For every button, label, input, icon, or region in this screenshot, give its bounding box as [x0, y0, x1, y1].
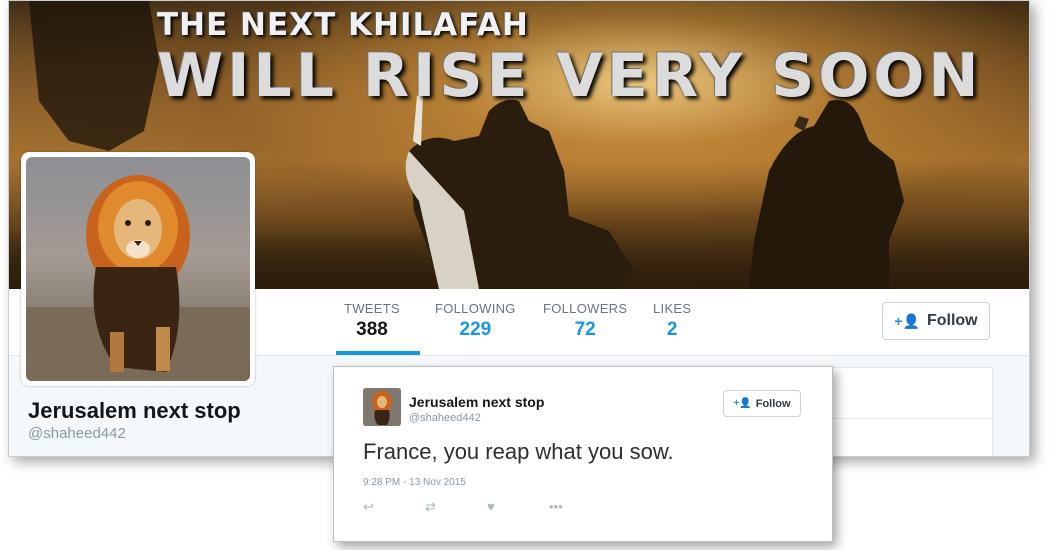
banner-headline-small: THE NEXT KHILAFAH: [157, 7, 529, 43]
stat-value: 229: [459, 319, 492, 340]
stat-likes[interactable]: LIKES 2: [653, 301, 691, 341]
stat-following[interactable]: FOLLOWING 229: [435, 301, 516, 341]
stat-value: 72: [574, 319, 596, 340]
follow-button-label: Follow: [926, 312, 978, 329]
timeline-area: [829, 367, 993, 456]
reply-icon[interactable]: ↩: [363, 499, 425, 515]
tweet-text: France, you reap what you sow.: [363, 439, 674, 464]
stat-value: 388: [356, 319, 388, 340]
tweet-follow-label: Follow: [755, 397, 791, 410]
embedded-tweet: Jerusalem next stop @shaheed442 +👤 Follo…: [333, 366, 833, 542]
stat-value: 2: [666, 319, 678, 340]
stat-followers[interactable]: FOLLOWERS 72: [543, 301, 627, 341]
tweet-avatar[interactable]: [363, 388, 401, 426]
stat-label: FOLLOWERS: [543, 301, 628, 316]
tweet-follow-button[interactable]: +👤 Follow: [723, 390, 801, 417]
profile-handle[interactable]: @shaheed442: [28, 425, 126, 442]
banner-headline-large: WILL RISE VERY SOON: [157, 41, 983, 111]
retweet-icon[interactable]: ⇄: [425, 499, 487, 515]
stat-label: TWEETS: [344, 301, 400, 316]
stat-label: FOLLOWING: [435, 301, 516, 316]
tweet-actions: ↩ ⇄ ♥ •••: [363, 499, 611, 515]
more-icon[interactable]: •••: [549, 499, 611, 515]
profile-display-name: Jerusalem next stop: [28, 398, 241, 423]
tweet-author-name[interactable]: Jerusalem next stop: [409, 394, 544, 410]
follow-button[interactable]: +👤 Follow: [882, 302, 990, 340]
person-plus-icon: +👤: [894, 312, 920, 329]
lion-icon: [26, 157, 250, 381]
like-icon[interactable]: ♥: [487, 499, 549, 515]
avatar[interactable]: [21, 152, 255, 386]
tweet-timestamp[interactable]: 9:28 PM - 13 Nov 2015: [363, 477, 466, 488]
person-plus-icon: +👤: [733, 398, 752, 409]
tweet-author-handle[interactable]: @shaheed442: [409, 412, 481, 424]
divider: [830, 418, 992, 419]
stat-label: LIKES: [653, 301, 692, 316]
stat-tweets[interactable]: TWEETS 388: [344, 301, 400, 341]
active-tab-indicator: [336, 351, 420, 355]
